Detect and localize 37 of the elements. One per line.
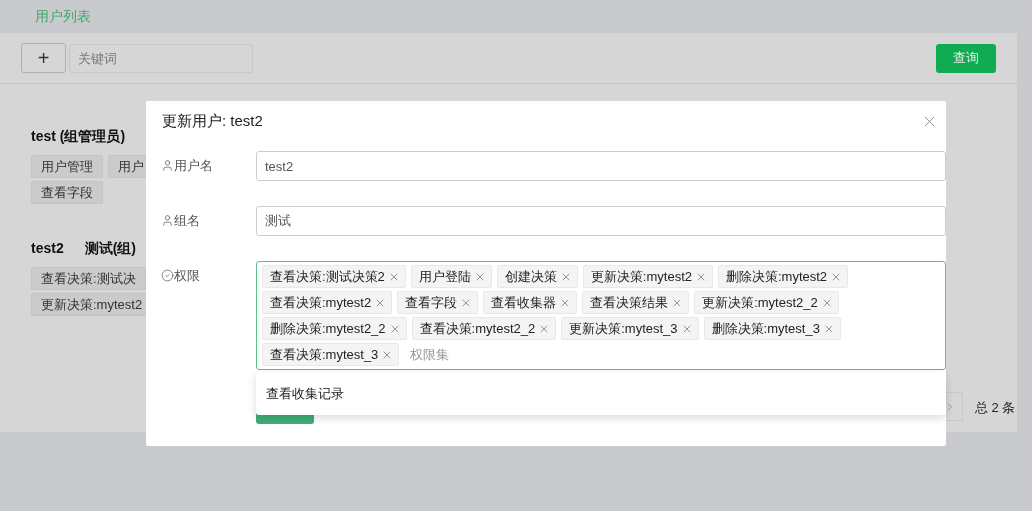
user-heading: test (组管理员) <box>31 126 126 146</box>
search-field[interactable]: 关键词 <box>69 43 253 73</box>
permission-tag: 查看决策结果 <box>582 291 690 314</box>
permission-tag: 查看决策:mytest2 <box>262 291 393 314</box>
permission-tag: 删除决策:mytest2 <box>717 265 849 288</box>
permission-tag: 更新决策:mytest2 <box>582 265 713 288</box>
dropdown-option[interactable]: 查看收集记录 <box>266 383 344 404</box>
text-field[interactable]: test2 <box>256 151 946 181</box>
permission-tag: 查看字段 <box>397 291 479 314</box>
user-icon <box>161 159 174 172</box>
permission-tag: 用户登陆 <box>410 265 492 288</box>
permission-tag: 查看决策:mytest2_2 <box>411 317 557 340</box>
permission-tag: 更新决策:mytest2_2 <box>694 291 839 314</box>
permission-tag: 删除决策:mytest2_2 <box>262 317 407 340</box>
permission-tag: 用户管理 <box>31 155 103 178</box>
permission-tag: 查看字段 <box>31 181 103 204</box>
check-circle-icon <box>161 269 174 282</box>
page-title: 用户列表 <box>35 7 91 26</box>
user-heading: test2 <box>31 238 64 258</box>
permission-tag: 查看决策:测试决策2 <box>262 265 406 288</box>
permission-tag: 删除决策:mytest_3 <box>703 317 841 340</box>
user-heading: 测试(组) <box>84 238 136 258</box>
permission-tag: 更新决策:mytest_3 <box>561 317 699 340</box>
permission-tag: 查看决策:mytest_3 <box>262 343 400 366</box>
add-button[interactable]: + <box>21 43 66 73</box>
text-field[interactable]: 测试 <box>256 206 946 236</box>
dialog-title: 更新用户: test2 <box>162 110 263 131</box>
tags-field[interactable]: 查看决策:测试决策2 用户登陆 创建决策 更新决策:mytest2 删除决策:mytest2 查看决策:mytest2 查看字段 查看收集器 查看决策结果 更新决策:mytest2_2 删除决策:mytest2_2 查看决策:mytest2_2 更新决策:mytest_3 删除决策:mytest_3 查看决策:mytest_3 权限集 <box>256 261 946 370</box>
total-count: 总 2 条 <box>975 399 1016 417</box>
field-label: 用户名 <box>174 156 213 175</box>
field-label: 权限 <box>174 266 200 285</box>
user-icon <box>161 214 174 227</box>
permission-tag: 查看收集器 <box>483 291 578 314</box>
permission-tag: 查看决策:测试决 <box>31 267 146 290</box>
field-label: 组名 <box>174 211 200 230</box>
permission-tag: 创建决策 <box>496 265 578 288</box>
permission-input[interactable]: 权限集 <box>404 343 515 366</box>
